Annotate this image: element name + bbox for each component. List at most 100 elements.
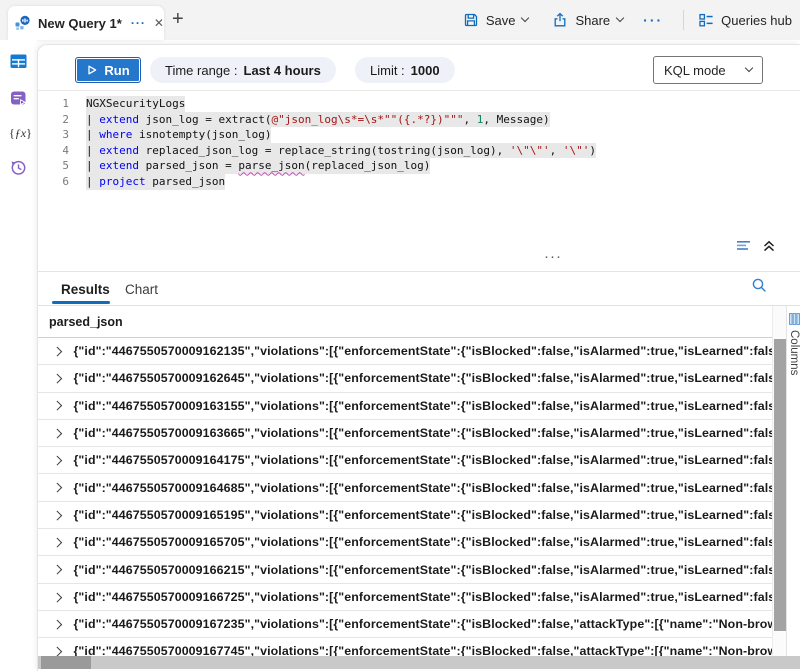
line-number: 2 <box>38 112 69 128</box>
table-row[interactable]: {"id":"4467550570009162645","violations"… <box>38 365 772 392</box>
columns-panel-strip[interactable]: Columns <box>786 306 800 669</box>
queries-hub-icon <box>698 12 714 28</box>
table-row[interactable]: {"id":"4467550570009163665","violations"… <box>38 420 772 447</box>
table-row[interactable]: {"id":"4467550570009163155","violations"… <box>38 393 772 420</box>
limit-label: Limit : <box>370 63 405 78</box>
adx-logo-icon <box>14 15 31 32</box>
row-expand-icon[interactable] <box>53 374 62 383</box>
table-row[interactable]: {"id":"4467550570009162135","violations"… <box>38 338 772 365</box>
chevron-down-icon[interactable] <box>521 14 529 22</box>
save-button[interactable]: Save <box>463 12 529 28</box>
row-expand-icon[interactable] <box>53 347 62 356</box>
row-expand-icon[interactable] <box>53 456 62 465</box>
table-row[interactable]: {"id":"4467550570009166725","violations"… <box>38 584 772 611</box>
code-token: NGXSecurityLogs <box>86 97 185 110</box>
splitter-handle[interactable]: ··· <box>538 252 568 262</box>
code-line[interactable]: 2| extend json_log = extract(@"json_log\… <box>38 112 800 128</box>
code-token: (replaced_json_log) <box>305 159 431 172</box>
row-json-text: {"id":"4467550570009166725","violations"… <box>74 590 773 604</box>
row-expand-icon[interactable] <box>53 428 62 437</box>
code-line[interactable]: 4| extend replaced_json_log = replace_st… <box>38 143 800 159</box>
queries-hub-button[interactable]: Queries hub <box>698 12 792 28</box>
vertical-scrollbar-thumb[interactable] <box>774 339 786 631</box>
share-icon <box>552 12 568 28</box>
divider <box>38 271 800 272</box>
row-expand-icon[interactable] <box>53 483 62 492</box>
more-actions-button[interactable]: ··· <box>643 12 663 28</box>
format-lines-icon[interactable] <box>736 239 752 253</box>
row-expand-icon[interactable] <box>53 565 62 574</box>
collapse-editor-icon[interactable] <box>762 239 776 253</box>
line-number: 4 <box>38 143 69 159</box>
tab-chart[interactable]: Chart <box>125 282 158 297</box>
row-json-text: {"id":"4467550570009163155","violations"… <box>74 399 773 413</box>
share-label: Share <box>575 13 610 28</box>
code-token: , Message) <box>483 113 549 126</box>
query-mode-select[interactable]: KQL mode <box>653 56 763 84</box>
code-line[interactable]: 1 NGXSecurityLogs <box>38 96 800 112</box>
table-row[interactable]: {"id":"4467550570009165705","violations"… <box>38 529 772 556</box>
columns-panel-label[interactable]: Columns <box>788 330 800 375</box>
left-rail: {ƒx} <box>0 40 37 671</box>
row-json-text: {"id":"4467550570009167745","violations"… <box>74 644 773 656</box>
column-header[interactable]: parsed_json <box>38 306 772 338</box>
query-tab[interactable]: New Query 1* ··· ✕ <box>8 6 164 40</box>
code-token: extend <box>99 159 139 172</box>
query-history-icon[interactable] <box>9 158 29 178</box>
table-row[interactable]: {"id":"4467550570009167745","violations"… <box>38 638 772 656</box>
query-panel: Run Time range : Last 4 hours Limit : 10… <box>37 44 800 671</box>
code-line[interactable]: 6| project parsed_json <box>38 174 800 190</box>
row-json-text: {"id":"4467550570009163665","violations"… <box>74 426 773 440</box>
code-token: parsed_json <box>146 175 225 188</box>
horizontal-scrollbar[interactable] <box>38 656 800 669</box>
tab-close-icon[interactable]: ✕ <box>154 16 164 30</box>
row-expand-icon[interactable] <box>53 401 62 410</box>
run-button[interactable]: Run <box>75 57 141 83</box>
saved-scripts-icon[interactable] <box>9 89 29 109</box>
code-token: '\"' <box>563 144 590 157</box>
chevron-down-icon[interactable] <box>616 14 624 22</box>
line-number: 6 <box>38 174 69 190</box>
row-expand-icon[interactable] <box>53 620 62 629</box>
column-header-label: parsed_json <box>49 315 123 329</box>
tab-more-menu[interactable]: ··· <box>131 16 146 30</box>
table-row[interactable]: {"id":"4467550570009164175","violations"… <box>38 447 772 474</box>
divider <box>683 10 684 30</box>
line-number: 1 <box>38 96 69 112</box>
table-row[interactable]: {"id":"4467550570009167235","violations"… <box>38 611 772 638</box>
horizontal-scrollbar-thumb[interactable] <box>41 656 91 669</box>
code-line[interactable]: 3| where isnotempty(json_log) <box>38 127 800 143</box>
code-token: project <box>99 175 145 188</box>
row-expand-icon[interactable] <box>53 538 62 547</box>
time-range-label: Time range : <box>165 63 238 78</box>
row-expand-icon[interactable] <box>53 510 62 519</box>
time-range-filter[interactable]: Time range : Last 4 hours <box>150 57 336 83</box>
row-json-text: {"id":"4467550570009165705","violations"… <box>74 535 773 549</box>
code-token: ) <box>589 144 596 157</box>
share-button[interactable]: Share <box>552 12 623 28</box>
editor-footer <box>736 239 776 253</box>
limit-filter[interactable]: Limit : 1000 <box>355 57 455 83</box>
table-row[interactable]: {"id":"4467550570009164685","violations"… <box>38 474 772 501</box>
new-tab-button[interactable]: + <box>172 8 184 31</box>
table-row[interactable]: {"id":"4467550570009166215","violations"… <box>38 556 772 583</box>
functions-icon[interactable]: {ƒx} <box>9 126 29 146</box>
time-range-value: Last 4 hours <box>244 63 321 78</box>
code-token: | <box>86 144 99 157</box>
code-lines[interactable]: 1 NGXSecurityLogs 2| extend json_log = ext… <box>38 96 800 190</box>
table-row[interactable]: {"id":"4467550570009165195","violations"… <box>38 502 772 529</box>
row-json-text: {"id":"4467550570009165195","violations"… <box>74 508 773 522</box>
tab-results[interactable]: Results <box>61 282 110 297</box>
code-token: parsed_json = <box>139 159 238 172</box>
search-icon[interactable] <box>751 277 768 294</box>
code-text: NGXSecurityLogs <box>86 96 185 112</box>
code-token: extend <box>99 113 139 126</box>
code-text: | extend parsed_json = parse_json(replac… <box>86 158 430 174</box>
connections-icon[interactable] <box>9 52 29 72</box>
app-window: New Query 1* ··· ✕ + Save <box>0 0 800 671</box>
code-line[interactable]: 5 | extend parsed_json = parse_json(repla… <box>38 158 800 174</box>
row-expand-icon[interactable] <box>53 592 62 601</box>
line-number: 5 <box>38 158 69 174</box>
vertical-scrollbar[interactable] <box>772 306 786 656</box>
row-expand-icon[interactable] <box>53 647 62 656</box>
